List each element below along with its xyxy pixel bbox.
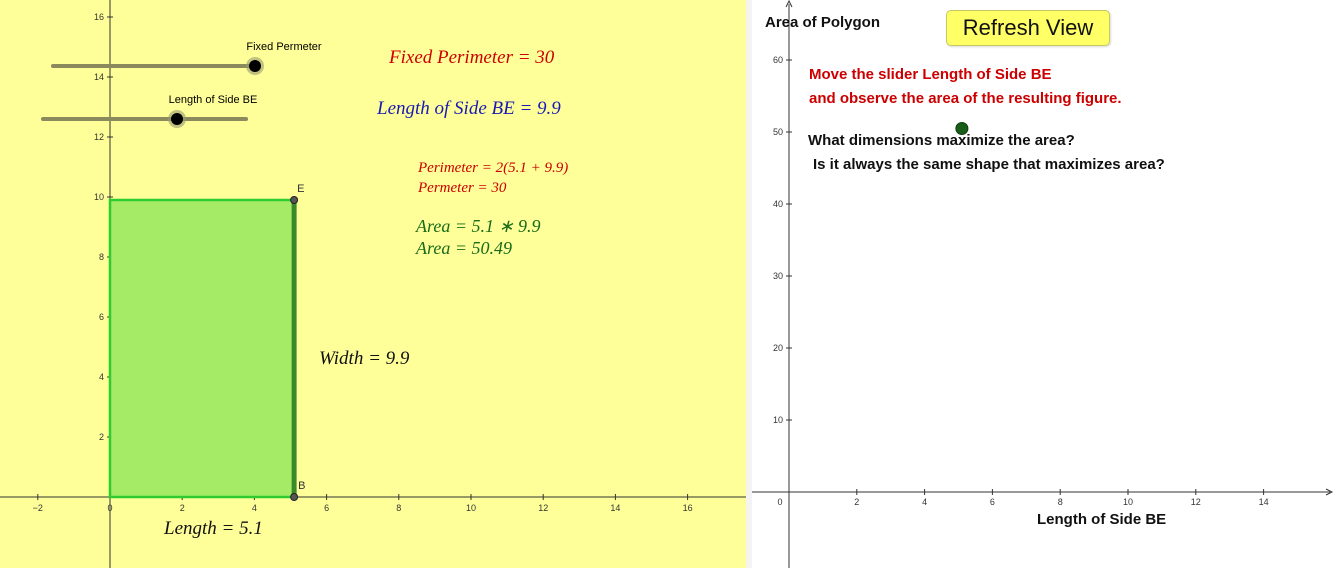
perimeter-value-text: Permeter = 30 — [418, 180, 507, 196]
x-tick-label: 10 — [466, 503, 476, 513]
graphics-view-1[interactable]: −2 0 2 4 6 8 10 12 14 16 2 4 6 8 10 12 14 16 E B Fixed Perme… — [0, 0, 746, 568]
length-text: Length = 5.1 — [164, 518, 263, 539]
x-tick-label: −2 — [33, 503, 43, 513]
fixed-perimeter-slider-label: Fixed Permeter — [246, 41, 322, 53]
coordinate-plane[interactable]: −2 0 2 4 6 8 10 12 14 16 2 4 6 8 10 12 14 16 E B Fixed Perme… — [0, 0, 746, 568]
y-tick-label: 20 — [773, 343, 783, 353]
point-e — [290, 196, 299, 204]
graphics-view-2[interactable]: 0 2 4 6 8 10 12 14 10 20 30 40 50 60 — [752, 0, 1336, 568]
x-tick-label: 8 — [396, 503, 401, 513]
fixed-perimeter-slider-knob[interactable] — [249, 60, 261, 72]
y-tick-label: 30 — [773, 271, 783, 281]
y-tick-label: 60 — [773, 55, 783, 65]
area-graph[interactable]: 0 2 4 6 8 10 12 14 10 20 30 40 50 60 — [752, 0, 1336, 568]
length-of-side-slider-label: Length of Side BE — [169, 94, 258, 106]
length-of-side-slider-knob[interactable] — [171, 113, 183, 125]
graph-title: Area of Polygon — [765, 14, 881, 31]
instruction-line-2: and observe the area of the resulting fi… — [809, 90, 1122, 107]
x-tick-label: 0 — [777, 497, 782, 507]
x-tick-label: 8 — [1058, 497, 1063, 507]
x-tick-label: 10 — [1123, 497, 1133, 507]
y-tick-label: 12 — [94, 132, 104, 142]
y-tick-label: 6 — [99, 312, 104, 322]
x-tick-label: 0 — [107, 503, 112, 513]
perimeter-formula-text: Perimeter = 2(5.1 + 9.9) — [418, 160, 569, 176]
x-tick-label: 2 — [854, 497, 859, 507]
x-tick-label: 16 — [683, 503, 693, 513]
refresh-view-button[interactable]: Refresh View — [946, 10, 1110, 46]
x-tick-label: 14 — [610, 503, 620, 513]
area-value-text: Area = 50.49 — [416, 238, 512, 258]
y-tick-label: 4 — [99, 372, 104, 382]
point-e-label: E — [297, 183, 304, 195]
x-tick-label: 12 — [538, 503, 548, 513]
y-tick-label: 16 — [94, 12, 104, 22]
question-1: What dimensions maximize the area? — [808, 132, 1075, 149]
point-b-label: B — [298, 480, 305, 492]
rectangle-polygon — [108, 198, 296, 499]
area-formula-text: Area = 5.1 ∗ 9.9 — [416, 216, 541, 236]
instruction-line-1: Move the slider Length of Side BE — [809, 66, 1052, 83]
x-tick-label: 4 — [922, 497, 927, 507]
y-tick-label: 50 — [773, 127, 783, 137]
x-axis-label: Length of Side BE — [1037, 511, 1167, 528]
x-tick-label: 4 — [252, 503, 257, 513]
x-tick-label: 2 — [180, 503, 185, 513]
question-2: Is it always the same shape that maximiz… — [813, 156, 1165, 173]
point-b — [290, 493, 299, 501]
y-tick-label: 2 — [99, 432, 104, 442]
fixed-perimeter-text: Fixed Perimeter = 30 — [389, 47, 555, 68]
width-text: Width = 9.9 — [319, 348, 410, 369]
x-tick-label: 6 — [324, 503, 329, 513]
y-tick-label: 10 — [773, 415, 783, 425]
x-tick-label: 14 — [1259, 497, 1269, 507]
y-tick-label: 10 — [94, 192, 104, 202]
x-tick-label: 6 — [990, 497, 995, 507]
length-of-side-text: Length of Side BE = 9.9 — [377, 98, 561, 119]
y-tick-label: 8 — [99, 252, 104, 262]
y-tick-label: 14 — [94, 72, 104, 82]
x-tick-label: 12 — [1191, 497, 1201, 507]
y-tick-label: 40 — [773, 199, 783, 209]
